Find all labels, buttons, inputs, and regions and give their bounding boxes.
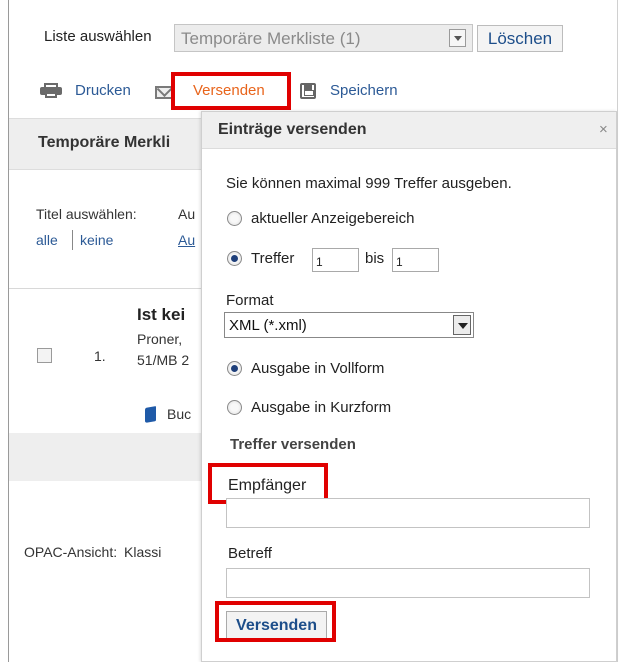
list-action-link[interactable]: Au: [178, 232, 195, 248]
radio-short-form-label: Ausgabe in Kurzform: [251, 399, 392, 416]
highlight-send-link: [171, 72, 291, 110]
result-media-type: Buc: [167, 406, 192, 422]
list-select-value: Temporäre Merkliste (1): [181, 29, 361, 48]
radio-hits-range-label: Treffer: [251, 250, 295, 267]
format-label: Format: [226, 292, 274, 309]
page-frame-left: [8, 0, 9, 662]
radio-hits-range[interactable]: [227, 251, 242, 266]
print-link[interactable]: Drucken: [75, 82, 131, 99]
list-heading: Temporäre Merkli: [38, 134, 171, 151]
hits-to-input[interactable]: 1: [392, 248, 439, 272]
result-shelfmark: 51/MB 2: [137, 352, 190, 368]
radio-current-range-label: aktueller Anzeigebereich: [251, 210, 415, 227]
hits-to-label: bis: [365, 250, 385, 267]
radio-full-form[interactable]: [227, 361, 242, 376]
radio-full-form-label: Ausgabe in Vollform: [251, 360, 385, 377]
close-icon[interactable]: ×: [599, 121, 608, 138]
page-frame-right: [617, 0, 618, 662]
select-all-link[interactable]: alle: [36, 232, 58, 248]
select-titles-trail: Au: [178, 206, 196, 222]
subject-label: Betreff: [228, 545, 272, 562]
result-author: Proner,: [137, 331, 183, 347]
result-checkbox[interactable]: [37, 348, 52, 363]
list-select-label: Liste auswählen: [44, 28, 152, 45]
list-select[interactable]: Temporäre Merkliste (1): [174, 24, 473, 52]
link-separator: [72, 230, 73, 250]
book-icon: [145, 406, 156, 423]
save-link[interactable]: Speichern: [330, 82, 398, 99]
hits-from-input[interactable]: 1: [312, 248, 359, 272]
result-title[interactable]: Ist kei: [137, 305, 185, 325]
send-hits-heading: Treffer versenden: [230, 436, 356, 453]
select-none-link[interactable]: keine: [80, 232, 113, 248]
opac-view-label: OPAC-Ansicht:: [24, 544, 118, 560]
subject-field[interactable]: [226, 568, 590, 598]
dialog-header: Einträge versenden ×: [202, 112, 616, 149]
radio-short-form[interactable]: [227, 400, 242, 415]
format-select-value: XML (*.xml): [229, 317, 307, 334]
max-hits-text: Sie können maximal 999 Treffer ausgeben.: [226, 175, 512, 192]
format-select[interactable]: XML (*.xml): [224, 312, 474, 338]
chevron-down-icon[interactable]: [453, 315, 471, 335]
recipient-field[interactable]: [226, 498, 590, 528]
select-titles-label: Titel auswählen:: [36, 206, 137, 222]
delete-button[interactable]: Löschen: [477, 25, 563, 52]
highlight-send-button: [215, 601, 336, 642]
radio-current-range[interactable]: [227, 211, 242, 226]
opac-view-value[interactable]: Klassi: [124, 544, 161, 560]
floppy-disk-icon[interactable]: [300, 83, 316, 99]
dialog-title: Einträge versenden: [218, 121, 367, 138]
result-number: 1.: [94, 348, 106, 364]
chevron-down-icon[interactable]: [449, 29, 466, 47]
printer-icon[interactable]: [40, 83, 62, 98]
